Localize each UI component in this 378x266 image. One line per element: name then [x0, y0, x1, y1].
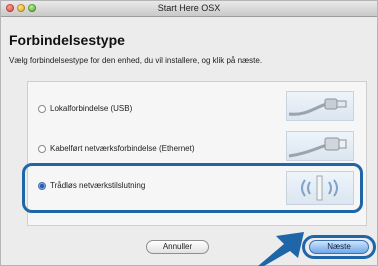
option-ethernet-label: Kabelført netværksforbindelse (Ethernet): [50, 144, 195, 153]
usb-cable-icon: [286, 91, 354, 121]
option-ethernet[interactable]: Kabelført netværksforbindelse (Ethernet): [28, 126, 364, 164]
installer-window: Start Here OSX Forbindelsestype Vælg for…: [0, 0, 378, 266]
instruction-text: Vælg forbindelsestype for den enhed, du …: [9, 56, 263, 65]
cancel-button[interactable]: Annuller: [146, 240, 209, 254]
option-usb-label: Lokalforbindelse (USB): [50, 104, 133, 113]
option-usb[interactable]: Lokalforbindelse (USB): [28, 86, 364, 124]
selected-option-highlight: [22, 163, 363, 213]
ethernet-radio[interactable]: [38, 145, 46, 153]
title-bar: Start Here OSX: [1, 1, 377, 17]
pointer-arrow-icon: [258, 232, 304, 266]
usb-radio[interactable]: [38, 105, 46, 113]
next-button[interactable]: Næste: [309, 240, 369, 254]
ethernet-cable-icon: [286, 131, 354, 161]
page-title: Forbindelsestype: [9, 32, 125, 48]
window-title: Start Here OSX: [157, 3, 221, 13]
